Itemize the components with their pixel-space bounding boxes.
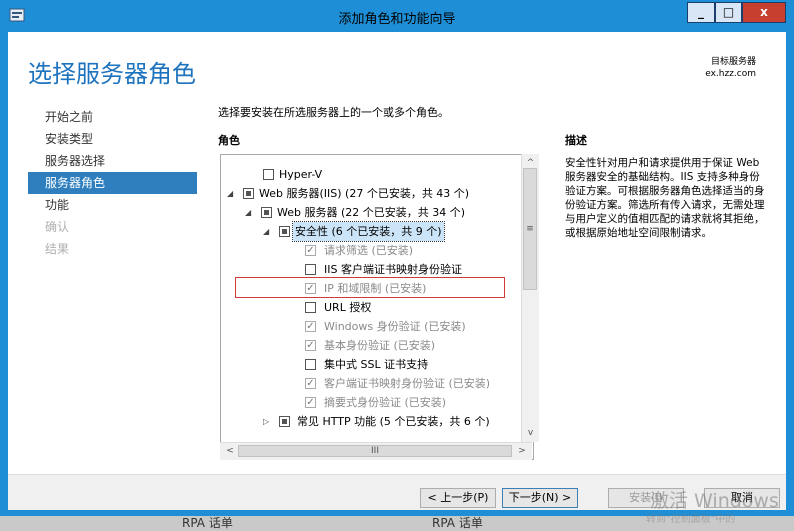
scroll-down-button[interactable]: v: [524, 426, 537, 440]
background-text: RPA 话单: [182, 516, 233, 530]
destination-server-name: ex.hzz.com: [705, 69, 756, 79]
nav-item-installation-type[interactable]: 安装类型: [45, 128, 197, 150]
checkbox[interactable]: [305, 264, 316, 275]
instruction-text: 选择要安装在所选服务器上的一个或多个角色。: [218, 106, 449, 119]
expand-arrow-icon[interactable]: ◢: [227, 184, 237, 203]
checkmark-icon: ✓: [305, 245, 316, 256]
tree-item-label: 集中式 SSL 证书支持: [324, 358, 429, 371]
expand-arrow-icon[interactable]: ◢: [263, 222, 273, 241]
tree-item-label: 客户端证书映射身份验证 (已安装): [324, 377, 491, 390]
tree-item-label: 请求筛选 (已安装): [324, 244, 414, 257]
destination-server: 目标服务器 ex.hzz.com: [705, 56, 756, 80]
nav-item-confirmation: 确认: [45, 220, 70, 234]
expand-arrow-icon[interactable]: ◢: [245, 203, 255, 222]
checkbox[interactable]: [279, 416, 290, 427]
checkmark-icon: ✓: [305, 340, 316, 351]
nav-item-features[interactable]: 功能: [45, 194, 197, 216]
horizontal-scrollbar[interactable]: < III >: [220, 442, 532, 460]
tree-item-label: Web 服务器 (22 个已安装，共 34 个): [277, 206, 466, 219]
tree-item-label: 常见 HTTP 功能 (5 个已安装，共 6 个): [297, 415, 490, 428]
tree-item-label: Windows 身份验证 (已安装): [324, 320, 466, 333]
checkbox[interactable]: [261, 207, 272, 218]
nav-item-before-you-begin[interactable]: 开始之前: [45, 106, 197, 128]
checkmark-icon: ✓: [305, 397, 316, 408]
scroll-grip-icon: ≡: [526, 224, 534, 234]
tree-item-label: 基本身份验证 (已安装): [324, 339, 436, 352]
checkmark-icon: ✓: [305, 321, 316, 332]
wizard-body: 选择服务器角色 目标服务器 ex.hzz.com 开始之前 安装类型 服务器选择…: [8, 32, 786, 510]
page-title: 选择服务器角色: [28, 60, 196, 88]
checkbox[interactable]: [243, 188, 254, 199]
nav-item-server-selection[interactable]: 服务器选择: [45, 150, 197, 172]
roles-header: 角色: [218, 134, 240, 147]
scroll-right-button[interactable]: >: [516, 444, 528, 458]
hscroll-grip-icon: III: [371, 446, 379, 456]
window-title: 添加角色和功能向导: [338, 12, 456, 27]
destination-label: 目标服务器: [710, 57, 756, 67]
checkbox[interactable]: [305, 359, 316, 370]
checkbox[interactable]: [305, 302, 316, 313]
checkbox[interactable]: [279, 226, 290, 237]
roles-tree[interactable]: Hyper-V ◢ Web 服务器(IIS) (27 个已安装，共 43 个) …: [220, 154, 534, 460]
scroll-thumb[interactable]: ≡: [523, 168, 537, 290]
nav-item-server-roles[interactable]: 服务器角色: [28, 172, 197, 194]
maximize-button[interactable]: □: [715, 2, 742, 23]
close-button[interactable]: x: [742, 2, 786, 23]
description-header: 描述: [565, 134, 587, 147]
minimize-button[interactable]: _: [687, 2, 715, 23]
checkbox[interactable]: [263, 169, 274, 180]
next-button[interactable]: 下一步(N) >: [502, 488, 578, 508]
scroll-left-button[interactable]: <: [224, 444, 236, 458]
tree-item-label: URL 授权: [324, 301, 372, 314]
expand-arrow-icon[interactable]: ▷: [263, 412, 273, 431]
tree-item-label: Web 服务器(IIS) (27 个已安装，共 43 个): [259, 187, 470, 200]
wizard-window: 添加角色和功能向导 _ □ x 选择服务器角色 目标服务器 ex.hzz.com…: [0, 0, 794, 525]
activation-watermark-subtext: 转到"控制面板"中的: [646, 514, 736, 525]
previous-button[interactable]: < 上一步(P): [420, 488, 496, 508]
horizontal-scroll-thumb[interactable]: III: [238, 445, 512, 457]
checkmark-icon: ✓: [305, 378, 316, 389]
activation-watermark: 激活 Windows: [650, 490, 779, 512]
annotation-highlight-box: [235, 277, 505, 298]
background-text: RPA 话单: [432, 516, 483, 530]
wizard-nav: 开始之前 安装类型 服务器选择 服务器角色 功能 确认 结果: [28, 106, 197, 260]
description-text: 安全性针对用户和请求提供用于保证 Web 服务器安全的基础结构。IIS 支持多种…: [565, 157, 765, 239]
tree-item-label: 摘要式身份验证 (已安装): [324, 396, 447, 409]
tree-item-label: Hyper-V: [279, 168, 323, 181]
title-bar[interactable]: 添加角色和功能向导 _ □ x: [0, 0, 794, 32]
nav-item-results: 结果: [45, 242, 70, 256]
tree-item-label: 安全性 (6 个已安装，共 9 个): [292, 221, 445, 242]
